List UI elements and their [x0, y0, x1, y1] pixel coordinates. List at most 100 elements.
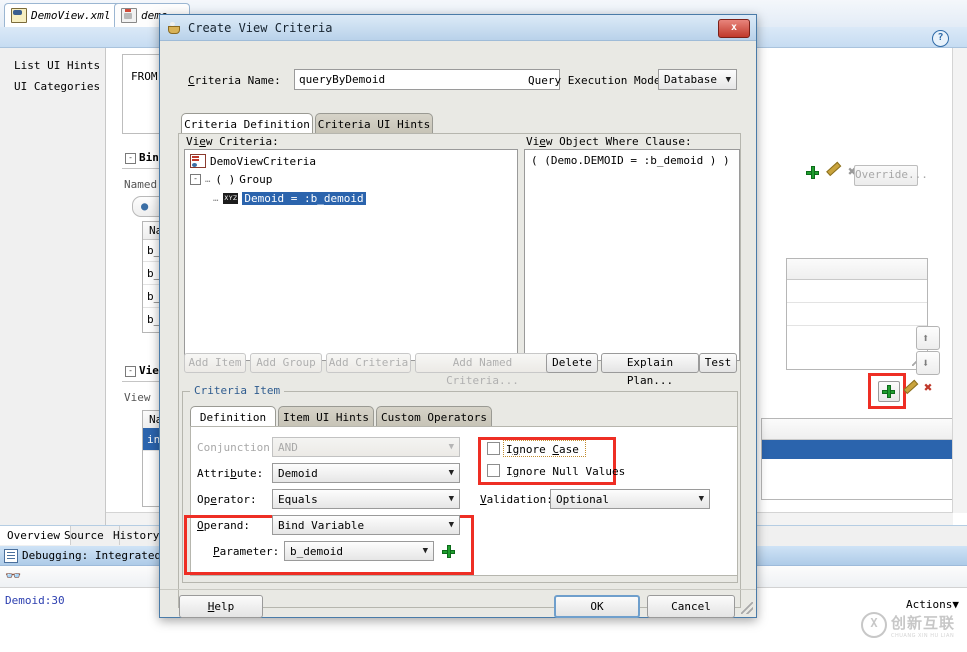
cancel-button[interactable]: Cancel [647, 595, 735, 618]
grid-header [787, 259, 927, 280]
override-button[interactable]: Override... [854, 165, 928, 186]
delete-button[interactable]: Delete [546, 353, 598, 373]
chevron-down-icon: ▼ [448, 520, 454, 530]
bind-grid-toolbar: ✖ [806, 165, 856, 179]
view-section-toggle[interactable]: - [125, 366, 136, 377]
dialog-titlebar[interactable]: Create View Criteria x [160, 15, 756, 41]
operator-value: Equals [278, 493, 318, 506]
operand-select[interactable]: Bind Variable ▼ [272, 515, 460, 535]
move-up-button[interactable]: ⬆ [916, 326, 940, 350]
conjunction-select: AND ▼ [272, 437, 460, 457]
ignore-null-checkbox[interactable] [487, 464, 500, 477]
validation-select[interactable]: Optional ▼ [550, 489, 710, 509]
dialog-resize-grip[interactable] [741, 602, 753, 614]
parameter-select[interactable]: b_demoid ▼ [284, 541, 434, 561]
attribute-value: Demoid [278, 467, 318, 480]
view-section-label: View [124, 391, 151, 404]
chevron-down-icon: ▼ [725, 75, 731, 85]
plus-icon [882, 385, 895, 398]
attribute-select[interactable]: Demoid ▼ [272, 463, 460, 483]
log-icon [4, 548, 18, 563]
arrow-down-icon: ⬇ [922, 356, 930, 370]
add-criteria-button[interactable]: Add Criteria [326, 353, 411, 373]
expander-icon[interactable]: - [190, 174, 201, 185]
bind-section-label: Named [124, 178, 158, 191]
watermark-text-cn: 创新互联 [891, 613, 956, 632]
ignore-case-checkbox[interactable] [487, 442, 500, 455]
operator-select[interactable]: Equals ▼ [272, 489, 460, 509]
add-view-criteria-button[interactable] [878, 381, 900, 402]
query-mode-value: Database [664, 73, 717, 86]
conjunction-label: Conjunction: [197, 441, 277, 454]
tree-node-root-label: DemoViewCriteria [210, 154, 316, 168]
arrow-up-icon: ⬆ [922, 331, 930, 345]
xyz-icon: XYZ [223, 193, 239, 204]
parameter-label: Parameter: [213, 545, 280, 558]
java-file-icon [121, 8, 137, 23]
xml-file-icon [11, 8, 27, 23]
help-button[interactable]: Help [179, 595, 263, 618]
attribute-label: Attribute: [197, 467, 264, 480]
query-mode-label: Query Execution Mode: [528, 74, 668, 87]
tab-criteria-definition[interactable]: Criteria Definition [181, 113, 313, 134]
help-icon[interactable]: ? [932, 30, 949, 47]
tab-criteria-ui-hints[interactable]: Criteria UI Hints [315, 113, 433, 134]
divider [160, 589, 756, 590]
tab-item-ui-hints[interactable]: Item UI Hints [278, 406, 374, 427]
watermark-text-py: CHUANG XIN HU LIAN [891, 632, 955, 639]
ignore-null-label: Ignore Null Values [506, 465, 626, 478]
chevron-down-icon: ▼ [698, 494, 704, 504]
add-named-criteria-button[interactable]: Add Named Criteria... [415, 353, 550, 387]
log-line: Demoid:30 [5, 594, 65, 607]
criteria-item-group-title: Criteria Item [190, 384, 285, 397]
tree-node-root[interactable]: DemoViewCriteria [190, 154, 316, 168]
structure-item-ui-categories[interactable]: UI Categories [14, 80, 100, 93]
vertical-scrollbar[interactable] [952, 48, 967, 513]
plus-icon[interactable] [806, 166, 819, 179]
bind-section-title: Bin [139, 151, 159, 164]
pencil-icon[interactable] [904, 384, 917, 397]
table-row-selected[interactable] [762, 440, 957, 459]
structure-item-list-ui-hints[interactable]: List UI Hints [14, 59, 100, 72]
chevron-down-icon: ▼ [448, 442, 454, 452]
view-criteria-label: View Criteria: [186, 135, 279, 148]
right-grid[interactable] [786, 258, 928, 370]
tree-node-item[interactable]: … XYZ Demoid = :b_demoid [213, 192, 366, 205]
structure-panel: List UI Hints UI Categories [0, 48, 106, 527]
where-clause-text: ( (Demo.DEMOID = :b_demoid ) ) [531, 154, 730, 167]
move-down-button[interactable]: ⬇ [916, 351, 940, 375]
grid-header [762, 419, 957, 440]
right-grid-2[interactable] [761, 418, 958, 500]
chevron-down-icon: ▼ [448, 468, 454, 478]
bind-variable-icon: ● [141, 199, 149, 213]
close-icon[interactable]: x [718, 19, 750, 38]
watermark-logo-icon: X [861, 612, 887, 638]
where-clause-textarea[interactable]: ( (Demo.DEMOID = :b_demoid ) ) [524, 149, 740, 361]
add-group-button[interactable]: Add Group [250, 353, 322, 373]
tree-line: … [205, 174, 212, 185]
criteria-name-input[interactable]: queryByDemoid [294, 69, 560, 90]
tab-custom-operators[interactable]: Custom Operators [376, 406, 492, 427]
query-mode-select[interactable]: Database ▼ [658, 69, 737, 90]
operand-label: Operand: [197, 519, 250, 532]
ok-button[interactable]: OK [554, 595, 640, 618]
test-button[interactable]: Test [699, 353, 737, 373]
bind-section-toggle[interactable]: - [125, 153, 136, 164]
editor-tab-label: DemoView.xml [31, 9, 111, 22]
screen-root: DemoView.xml x demo ? List UI Hints UI C… [0, 0, 967, 652]
editor-tab-demoview-xml[interactable]: DemoView.xml x [4, 3, 124, 27]
pencil-icon[interactable] [827, 166, 840, 179]
create-view-criteria-dialog: Create View Criteria x Criteria Name: qu… [159, 14, 757, 618]
validation-label: Validation: [480, 493, 553, 506]
delete-x-icon[interactable]: ✖ [924, 381, 932, 395]
explain-plan-button[interactable]: Explain Plan... [601, 353, 699, 387]
binoculars-icon[interactable]: 👓 [5, 569, 21, 584]
plus-icon[interactable] [442, 545, 455, 558]
tab-definition[interactable]: Definition [190, 406, 276, 427]
operand-value: Bind Variable [278, 519, 365, 532]
add-item-button[interactable]: Add Item [184, 353, 246, 373]
tree-node-group[interactable]: - … ( ) Group [190, 173, 272, 186]
dialog-title: Create View Criteria [188, 20, 333, 35]
view-criteria-tree[interactable]: DemoViewCriteria - … ( ) Group … XYZ Dem… [184, 149, 518, 361]
chevron-down-icon: ▼ [422, 546, 428, 556]
